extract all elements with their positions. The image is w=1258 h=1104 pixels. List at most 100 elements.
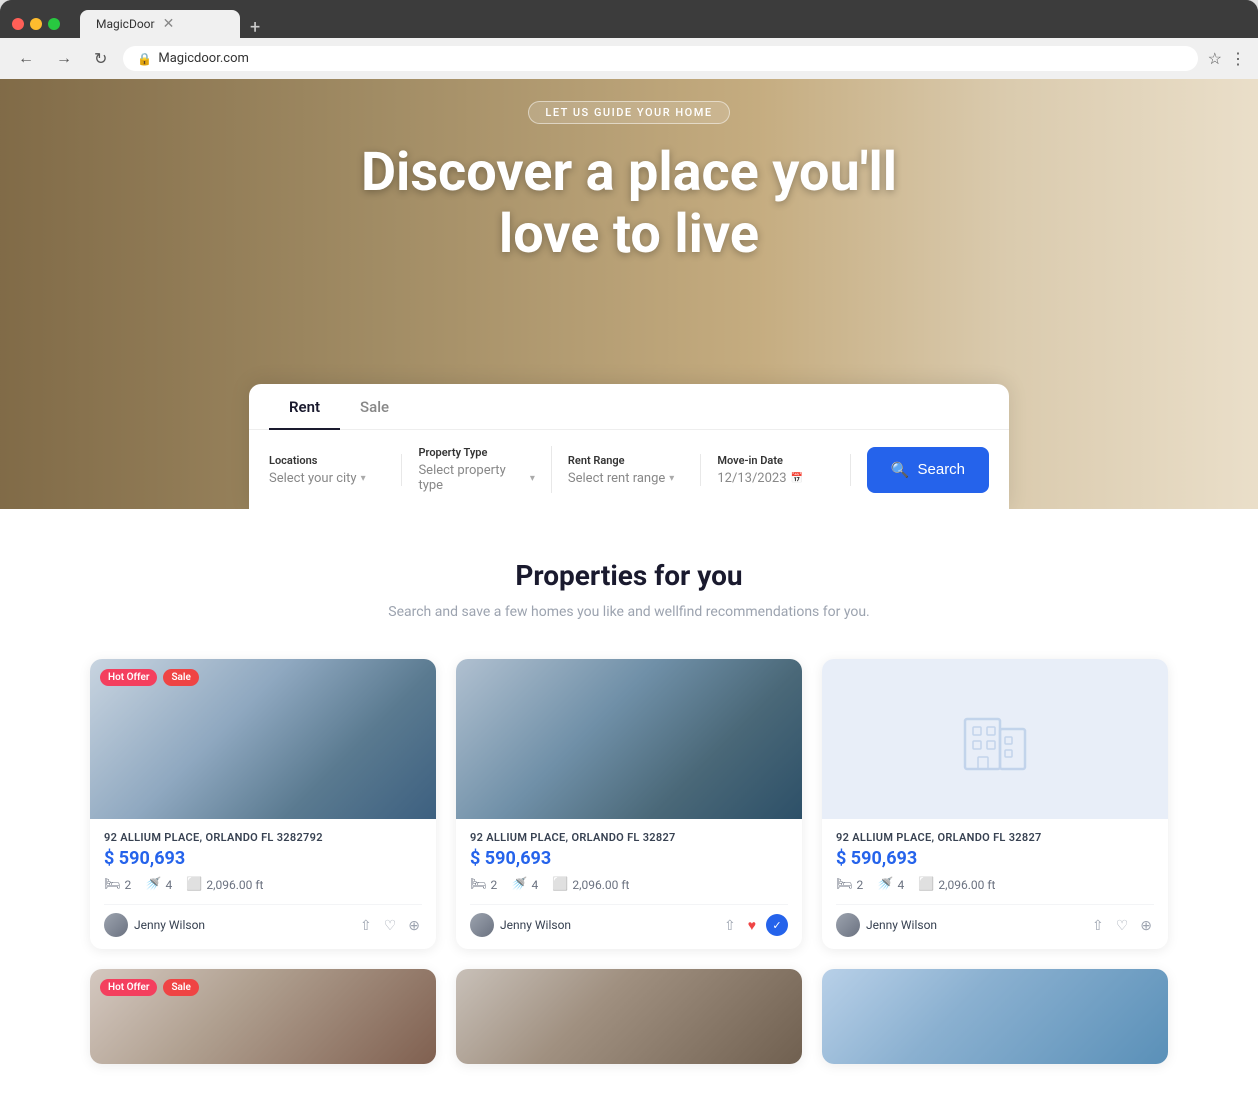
agent-avatar bbox=[470, 913, 494, 937]
rent-range-chevron-icon: ▾ bbox=[669, 473, 674, 484]
agent-name: Jenny Wilson bbox=[500, 918, 571, 932]
new-tab-button[interactable]: + bbox=[242, 17, 268, 38]
add-button[interactable]: ⊕ bbox=[1138, 915, 1154, 936]
location-chevron-icon: ▾ bbox=[361, 473, 366, 484]
agent-name: Jenny Wilson bbox=[134, 918, 205, 932]
browser-titlebar: MagicDoor ✕ + bbox=[0, 0, 1258, 38]
property-card-partial bbox=[456, 969, 802, 1064]
page-content: LET US GUIDE YOUR HOME Discover a place … bbox=[0, 79, 1258, 1104]
property-grid-row2: Hot Offer Sale bbox=[90, 969, 1168, 1064]
property-image-row2-1: Hot Offer Sale bbox=[90, 969, 436, 1064]
browser-window: MagicDoor ✕ + ← → ↻ 🔒 Magicdoor.com ☆ ⋮ … bbox=[0, 0, 1258, 1104]
section-subtitle: Search and save a few homes you like and… bbox=[90, 602, 1168, 623]
add-button[interactable]: ⊕ bbox=[406, 915, 422, 936]
agent-info: Jenny Wilson bbox=[470, 913, 571, 937]
back-button[interactable]: ← bbox=[12, 48, 40, 70]
location-value[interactable]: Select your city ▾ bbox=[269, 471, 385, 486]
hero-section: LET US GUIDE YOUR HOME Discover a place … bbox=[0, 79, 1258, 509]
area-size: ⬜ 2,096.00 ft bbox=[552, 877, 629, 892]
tab-title: MagicDoor bbox=[96, 17, 155, 31]
area-icon: ⬜ bbox=[186, 877, 202, 892]
property-card-partial bbox=[822, 969, 1168, 1064]
calendar-icon: 📅 bbox=[791, 473, 803, 484]
property-meta: 🛏 2 🚿 4 ⬜ 2,096.00 ft bbox=[836, 877, 1154, 892]
property-price: $ 590,693 bbox=[836, 848, 1154, 869]
browser-tab-active[interactable]: MagicDoor ✕ bbox=[80, 10, 240, 38]
bath-count: 🚿 4 bbox=[877, 877, 904, 892]
property-price: $ 590,693 bbox=[104, 848, 422, 869]
property-image bbox=[456, 659, 802, 819]
movein-date-text: 12/13/2023 bbox=[717, 471, 786, 486]
search-button-label: Search bbox=[918, 461, 966, 478]
agent-info: Jenny Wilson bbox=[104, 913, 205, 937]
minimize-window-button[interactable] bbox=[30, 18, 42, 30]
card-actions: ⇧ ♡ ⊕ bbox=[358, 915, 422, 936]
rent-range-value[interactable]: Select rent range ▾ bbox=[568, 471, 684, 486]
property-card: 92 ALLIUM PLACE, ORLANDO FL 32827 $ 590,… bbox=[822, 659, 1168, 949]
tabs-row: MagicDoor ✕ + bbox=[80, 10, 268, 38]
agent-avatar bbox=[104, 913, 128, 937]
check-button[interactable]: ✓ bbox=[766, 914, 788, 936]
hero-badge: LET US GUIDE YOUR HOME bbox=[528, 101, 729, 124]
bed-count: 🛏 2 bbox=[470, 877, 497, 892]
movein-date-value[interactable]: 12/13/2023 📅 bbox=[717, 471, 833, 486]
favorite-button[interactable]: ♡ bbox=[1114, 915, 1131, 936]
maximize-window-button[interactable] bbox=[48, 18, 60, 30]
property-price: $ 590,693 bbox=[470, 848, 788, 869]
property-address: 92 ALLIUM PLACE, ORLANDO FL 3282792 bbox=[104, 831, 422, 844]
property-meta: 🛏 2 🚿 4 ⬜ 2,096.00 ft bbox=[470, 877, 788, 892]
property-badges: Hot Offer Sale bbox=[100, 979, 199, 996]
property-type-value[interactable]: Select property type ▾ bbox=[418, 463, 534, 493]
tab-sale[interactable]: Sale bbox=[340, 384, 409, 430]
property-type-chevron-icon: ▾ bbox=[530, 473, 535, 484]
hot-offer-badge: Hot Offer bbox=[100, 669, 157, 686]
agent-name: Jenny Wilson bbox=[866, 918, 937, 932]
card-actions: ⇧ ♥ ✓ bbox=[722, 914, 788, 936]
tab-rent[interactable]: Rent bbox=[269, 384, 340, 430]
favorite-button-filled[interactable]: ♥ bbox=[746, 915, 758, 935]
favorite-button[interactable]: ♡ bbox=[382, 915, 399, 936]
location-field[interactable]: Locations Select your city ▾ bbox=[269, 454, 402, 486]
property-address: 92 ALLIUM PLACE, ORLANDO FL 32827 bbox=[470, 831, 788, 844]
menu-icon[interactable]: ⋮ bbox=[1230, 49, 1246, 68]
area-size: ⬜ 2,096.00 ft bbox=[186, 877, 263, 892]
property-card-partial: Hot Offer Sale bbox=[90, 969, 436, 1064]
bath-icon: 🚿 bbox=[145, 877, 161, 892]
tab-close-button[interactable]: ✕ bbox=[163, 16, 175, 32]
traffic-lights bbox=[12, 18, 60, 30]
rent-range-label: Rent Range bbox=[568, 454, 684, 467]
browser-toolbar: ← → ↻ 🔒 Magicdoor.com ☆ ⋮ bbox=[0, 38, 1258, 79]
search-button[interactable]: 🔍 Search bbox=[867, 447, 989, 493]
address-bar[interactable]: 🔒 Magicdoor.com bbox=[123, 46, 1197, 71]
movein-date-field[interactable]: Move-in Date 12/13/2023 📅 bbox=[701, 454, 850, 486]
bath-icon: 🚿 bbox=[877, 877, 893, 892]
property-info: 92 ALLIUM PLACE, ORLANDO FL 32827 $ 590,… bbox=[822, 819, 1168, 949]
share-button[interactable]: ⇧ bbox=[722, 915, 738, 936]
movein-date-label: Move-in Date bbox=[717, 454, 833, 467]
rent-range-field[interactable]: Rent Range Select rent range ▾ bbox=[552, 454, 701, 486]
property-type-label: Property Type bbox=[418, 446, 534, 459]
bookmark-icon[interactable]: ☆ bbox=[1208, 49, 1222, 68]
property-footer: Jenny Wilson ⇧ ♥ ✓ bbox=[470, 904, 788, 937]
property-image: Hot Offer Sale bbox=[90, 659, 436, 819]
refresh-button[interactable]: ↻ bbox=[88, 47, 113, 71]
bed-icon: 🛏 bbox=[470, 877, 487, 892]
search-fields: Locations Select your city ▾ Property Ty… bbox=[249, 430, 1009, 509]
bed-icon: 🛏 bbox=[836, 877, 853, 892]
forward-button[interactable]: → bbox=[50, 48, 78, 70]
hero-title-line2: love to live bbox=[499, 203, 759, 266]
hero-title-line1: Discover a place you'll bbox=[361, 141, 897, 204]
agent-info: Jenny Wilson bbox=[836, 913, 937, 937]
property-grid: Hot Offer Sale 92 ALLIUM PLACE, ORLANDO … bbox=[90, 659, 1168, 949]
hero-title: Discover a place you'll love to live bbox=[361, 142, 897, 266]
search-panel: Rent Sale Locations Select your city ▾ P… bbox=[249, 384, 1009, 509]
properties-section: Properties for you Search and save a few… bbox=[0, 509, 1258, 1104]
close-window-button[interactable] bbox=[12, 18, 24, 30]
share-button[interactable]: ⇧ bbox=[358, 915, 374, 936]
sale-badge: Sale bbox=[163, 979, 198, 996]
property-type-field[interactable]: Property Type Select property type ▾ bbox=[402, 446, 551, 493]
property-footer: Jenny Wilson ⇧ ♡ ⊕ bbox=[104, 904, 422, 937]
property-card: 92 ALLIUM PLACE, ORLANDO FL 32827 $ 590,… bbox=[456, 659, 802, 949]
share-button[interactable]: ⇧ bbox=[1090, 915, 1106, 936]
property-address: 92 ALLIUM PLACE, ORLANDO FL 32827 bbox=[836, 831, 1154, 844]
